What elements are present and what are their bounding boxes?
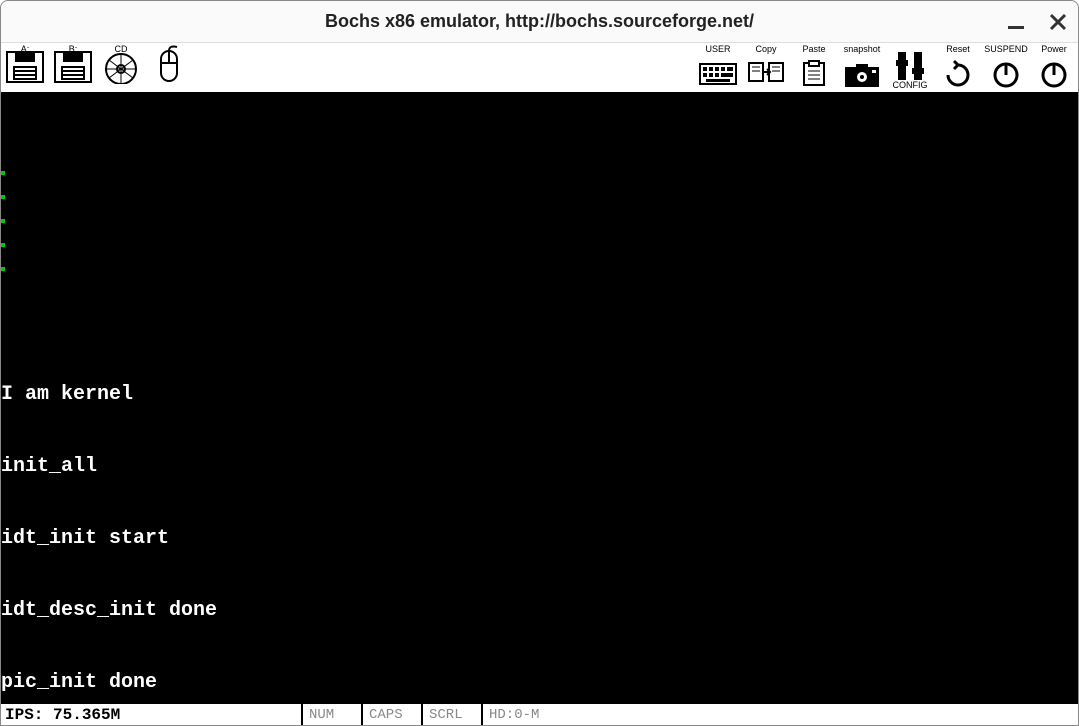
toolbar-left: A: B: CD (1, 43, 193, 92)
drive-cd-button[interactable]: CD (97, 43, 145, 91)
status-num: NUM (301, 704, 361, 725)
toolbar-right: USER Copy Paste snapshot CONFIG Reset SU… (694, 43, 1078, 92)
term-line: pic_init done (1, 671, 1078, 695)
window-controls (1004, 10, 1070, 34)
drive-a-button[interactable]: A: (1, 43, 49, 91)
term-line: init_all (1, 455, 1078, 479)
titlebar: Bochs x86 emulator, http://bochs.sourcef… (1, 1, 1078, 43)
close-icon (1049, 13, 1067, 31)
floppy-icon (53, 50, 93, 84)
status-scrl: SCRL (421, 704, 481, 725)
minimize-button[interactable] (1004, 10, 1028, 34)
cursor-margin-marks (1, 123, 7, 233)
toolbar: A: B: CD USER Copy Paste snapshot (1, 43, 1078, 93)
status-ips: IPS: 75.365M (1, 704, 301, 725)
drive-b-button[interactable]: B: (49, 43, 97, 91)
paste-button[interactable]: Paste (790, 43, 838, 91)
suspend-button[interactable]: SUSPEND (982, 43, 1030, 91)
paste-icon (794, 60, 834, 88)
window-title: Bochs x86 emulator, http://bochs.sourcef… (325, 11, 754, 32)
config-button[interactable]: CONFIG (886, 43, 934, 91)
power-icon (988, 59, 1024, 89)
terminal[interactable]: I am kernel init_all idt_init start idt_… (1, 93, 1078, 702)
mouse-icon (149, 45, 189, 89)
minimize-icon (1006, 12, 1026, 32)
keyboard-icon (698, 60, 738, 88)
reset-icon (940, 59, 976, 89)
floppy-icon (5, 50, 45, 84)
snapshot-button[interactable]: snapshot (838, 43, 886, 91)
power-button[interactable]: Power (1030, 43, 1078, 91)
copy-button[interactable]: Copy (742, 43, 790, 91)
close-button[interactable] (1046, 10, 1070, 34)
mouse-toggle-button[interactable] (145, 43, 193, 91)
cd-icon (101, 50, 141, 84)
term-line: idt_desc_init done (1, 599, 1078, 623)
term-line: I am kernel (1, 383, 1078, 407)
user-keyboard-button[interactable]: USER (694, 43, 742, 91)
statusbar: IPS: 75.365M NUM CAPS SCRL HD:0-M (1, 702, 1078, 725)
camera-icon (842, 60, 882, 88)
power-icon (1036, 59, 1072, 89)
reset-button[interactable]: Reset (934, 43, 982, 91)
copy-icon (746, 60, 786, 88)
term-line: idt_init start (1, 527, 1078, 551)
status-hd: HD:0-M (481, 704, 561, 725)
status-caps: CAPS (361, 704, 421, 725)
